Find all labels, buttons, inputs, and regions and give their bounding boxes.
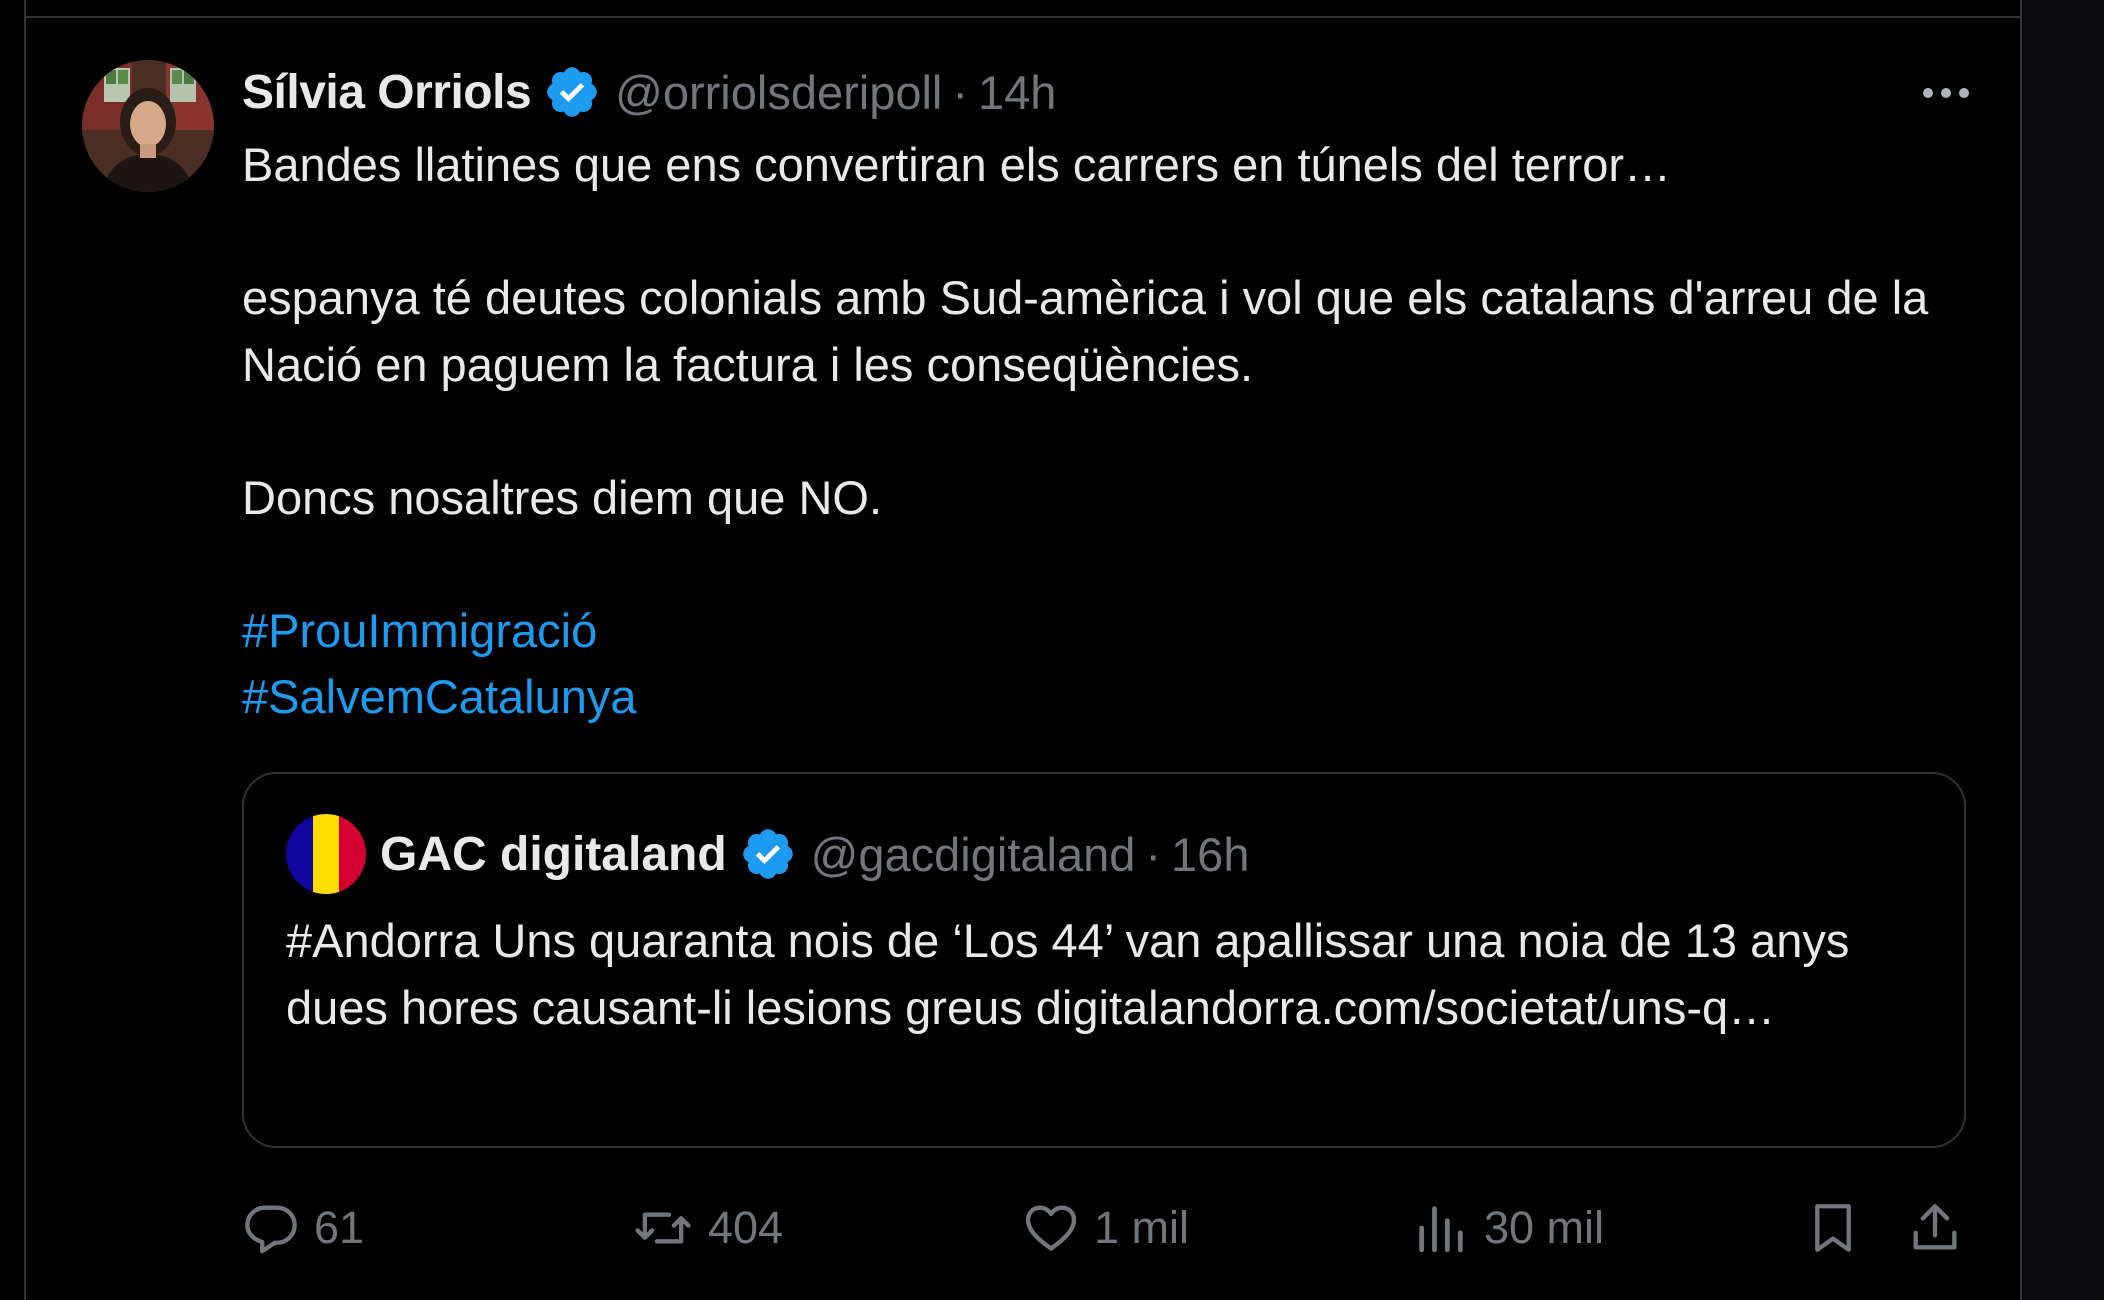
like-count: 1 mil [1094,1202,1190,1253]
verified-badge-icon [543,63,601,121]
hashtag-list: #ProuImmigració #SalvemCatalunya [242,598,1972,731]
quoted-author-name[interactable]: GAC digitaland [380,827,727,882]
author-name[interactable]: Sílvia Orriols [242,65,532,120]
quoted-author-handle[interactable]: @gacdigitaland [811,827,1136,882]
separator-dot: · [1145,827,1162,881]
separator-dot: · [952,65,969,119]
reply-button[interactable]: 61 [242,1188,364,1268]
divider [26,16,2022,18]
share-button[interactable] [1906,1188,1964,1268]
author-avatar[interactable] [82,60,214,192]
more-horizontal-icon[interactable] [1907,68,1985,118]
views-button[interactable]: 30 mil [1412,1188,1604,1268]
heart-icon [1022,1199,1080,1257]
hashtag-link[interactable]: #ProuImmigració [242,598,1972,665]
quoted-author-avatar[interactable] [286,814,366,894]
tweet: Sílvia Orriols @orriolsderipoll · 14h Ba… [242,54,1972,731]
bookmark-icon [1804,1199,1862,1257]
repost-button[interactable]: 404 [632,1188,783,1268]
repost-count: 404 [708,1202,784,1253]
quoted-tweet[interactable]: GAC digitaland @gacdigitaland · 16h #And… [242,772,1966,1148]
reply-icon [242,1199,300,1257]
bookmark-button[interactable] [1804,1188,1862,1268]
tweet-paragraph: Bandes llatines que ens convertiran els … [242,138,1672,191]
verified-badge-icon [739,825,797,883]
tweet-paragraph: espanya té deutes colonials amb Sud-amèr… [242,271,1929,391]
tweet-text: Bandes llatines que ens convertiran els … [242,132,1972,731]
quoted-tweet-time[interactable]: 16h [1171,827,1249,882]
share-icon [1906,1199,1964,1257]
hashtag-link[interactable]: #SalvemCatalunya [242,664,1972,731]
timeline-page: Sílvia Orriols @orriolsderipoll · 14h Ba… [0,0,2104,1300]
repost-icon [632,1199,694,1257]
quoted-tweet-header: GAC digitaland @gacdigitaland · 16h [286,814,1249,894]
column-border-left [24,0,26,1300]
views-chart-icon [1412,1199,1470,1257]
author-handle[interactable]: @orriolsderipoll [615,65,942,120]
side-background [2022,0,2104,1300]
tweet-action-bar: 61 404 1 mil 30 mil [242,1188,1972,1268]
quoted-tweet-text: #Andorra Uns quaranta nois de ‘Los 44’ v… [286,914,1850,1034]
reply-count: 61 [314,1202,365,1253]
like-button[interactable]: 1 mil [1022,1188,1189,1268]
views-count: 30 mil [1484,1202,1605,1253]
tweet-time[interactable]: 14h [978,65,1056,120]
tweet-header: Sílvia Orriols @orriolsderipoll · 14h [242,54,1972,130]
tweet-paragraph: Doncs nosaltres diem que NO. [242,470,883,524]
